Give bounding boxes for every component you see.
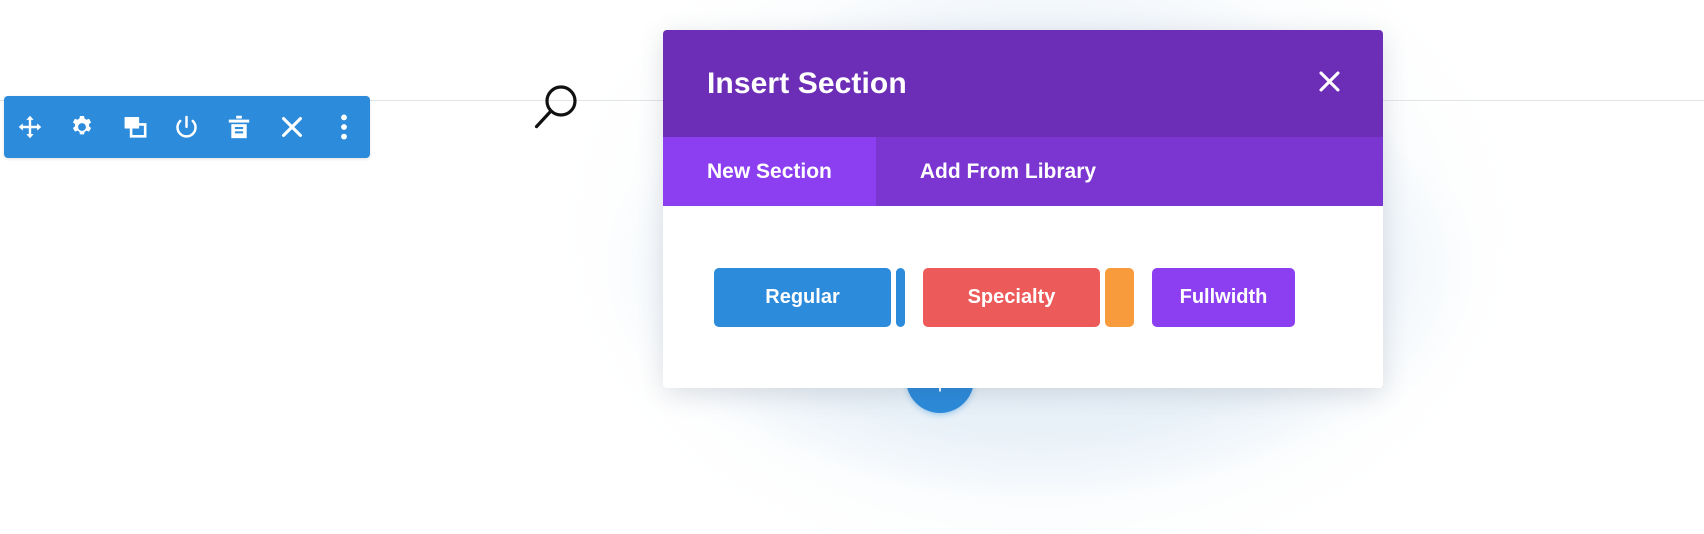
modal-body: Regular Specialty Fullwidth	[663, 206, 1383, 388]
layout-option-fullwidth-label: Fullwidth	[1179, 285, 1268, 308]
section-settings-button[interactable]	[60, 105, 104, 149]
layout-option-regular[interactable]: Regular	[714, 267, 891, 327]
layout-option-fullwidth[interactable]: Fullwidth	[1152, 267, 1295, 327]
modal-tabs: New Section Add From Library	[663, 137, 1383, 206]
page-canvas: + Insert Section New Section Add From Li…	[0, 0, 1704, 534]
more-options-icon	[340, 114, 348, 140]
layout-chip-specialty[interactable]	[1105, 267, 1134, 327]
close-icon	[1316, 68, 1343, 100]
duplicate-section-button[interactable]	[113, 105, 157, 149]
close-toolbar-button[interactable]	[270, 105, 314, 149]
tab-new-section-label: New Section	[707, 159, 832, 183]
disable-section-button[interactable]	[165, 105, 209, 149]
trash-icon	[226, 114, 252, 140]
insert-section-modal: Insert Section New Section Add From Libr…	[663, 30, 1383, 388]
layout-option-regular-group: Regular	[714, 267, 905, 327]
modal-header: Insert Section	[663, 30, 1383, 137]
layout-option-specialty[interactable]: Specialty	[923, 267, 1100, 327]
layout-option-regular-label: Regular	[765, 285, 840, 308]
move-section-button[interactable]	[8, 105, 52, 149]
layout-chip-regular[interactable]	[896, 267, 905, 327]
tab-add-from-library-label: Add From Library	[919, 159, 1097, 183]
layout-option-fullwidth-group: Fullwidth	[1152, 267, 1295, 327]
tab-new-section[interactable]: New Section	[663, 137, 876, 206]
close-icon	[279, 114, 305, 140]
modal-close-button[interactable]	[1309, 64, 1349, 104]
page-title: Insert Section	[707, 66, 907, 100]
layout-option-specialty-label: Specialty	[967, 285, 1056, 308]
layout-option-specialty-group: Specialty	[923, 267, 1134, 327]
power-icon	[173, 114, 200, 141]
gear-icon	[69, 114, 95, 140]
duplicate-icon	[122, 114, 148, 140]
tab-add-from-library[interactable]: Add From Library	[875, 137, 1141, 206]
magnifier-icon	[528, 82, 584, 134]
move-icon	[17, 114, 43, 140]
delete-section-button[interactable]	[217, 105, 261, 149]
more-options-button[interactable]	[322, 105, 366, 149]
element-toolbar[interactable]	[4, 96, 370, 158]
